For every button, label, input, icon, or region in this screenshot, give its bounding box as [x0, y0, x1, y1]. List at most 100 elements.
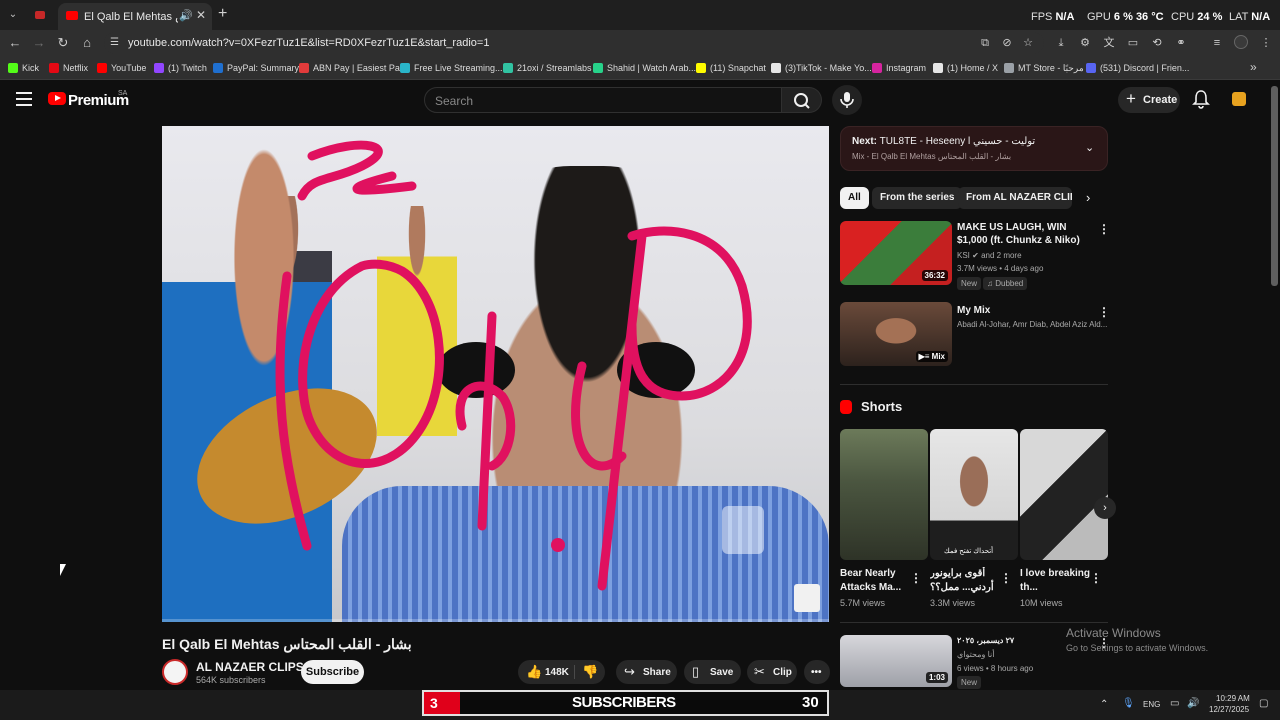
bookmark-item[interactable]: ABN Pay | Easiest Pa... [299, 61, 407, 75]
bookmark-item[interactable]: (1) Home / X [933, 61, 998, 75]
menu-icon[interactable] [16, 92, 32, 106]
channel-avatar[interactable] [162, 659, 188, 685]
recommended-meta: 3.7M views • 4 days ago [957, 264, 1044, 273]
reload-icon[interactable]: ↻ [54, 34, 72, 52]
short-title[interactable]: I love breaking th... [1020, 567, 1092, 597]
chip-from-channel[interactable]: From AL NAZAER CLIPS [958, 187, 1072, 209]
profile-avatar[interactable] [1234, 35, 1248, 49]
channel-name[interactable]: AL NAZAER CLIPS [196, 660, 304, 674]
more-vertical-icon[interactable]: ⋮ [1000, 571, 1012, 585]
clip-button[interactable]: ✂ Clip [747, 660, 797, 684]
mix-thumbnail[interactable]: ▶≡ Mix [840, 302, 952, 366]
wallet-icon[interactable]: ▭ [1125, 35, 1141, 51]
chevron-right-icon[interactable]: › [1086, 190, 1090, 205]
back-icon[interactable]: ← [6, 34, 24, 52]
recommended-video-title[interactable]: MAKE US LAUGH, WIN $1,000 (ft. Chunkz & … [957, 221, 1097, 247]
video-title: El Qalb El Mehtas بشار - القلب المحتاس [162, 636, 412, 652]
more-bookmarks-icon[interactable]: » [1250, 60, 1257, 74]
account-avatar[interactable] [1232, 92, 1246, 106]
youtube-logo-icon[interactable] [48, 92, 66, 105]
video-thumbnail[interactable]: 36:32 [840, 221, 952, 285]
video-thumbnail[interactable]: 1:03 [840, 635, 952, 687]
network-icon[interactable]: ▭ [1170, 698, 1179, 709]
next-mix-subtitle: Mix - El Qalb El Mehtas بشار - القلب الم… [852, 152, 1012, 161]
short-title[interactable]: Bear Nearly Attacks Ma... [840, 567, 912, 597]
short-thumbnail[interactable] [840, 429, 928, 560]
clock-time[interactable]: 10:29 AM [1216, 694, 1250, 703]
address-bar[interactable]: ☰ youtube.com/watch?v=0XFezrTuz1E&list=R… [104, 32, 1044, 54]
short-thumbnail[interactable] [1020, 429, 1108, 560]
short-thumbnail[interactable]: أتحداك تفتح فمك [930, 429, 1018, 560]
bookmark-item[interactable]: Shahid | Watch Arab... [593, 61, 696, 75]
bookmark-item[interactable]: (11) Snapchat [696, 61, 766, 75]
reading-list-icon[interactable]: ≡ [1209, 35, 1225, 51]
history-icon[interactable]: ⟲ [1149, 35, 1165, 51]
site-info-icon[interactable]: ☰ [110, 37, 124, 49]
install-app-icon[interactable]: ⧉ [977, 35, 993, 51]
chip-from-series[interactable]: From the series [872, 187, 963, 209]
home-icon[interactable]: ⌂ [78, 34, 96, 52]
extension-icon[interactable]: ⚙ [1077, 35, 1093, 51]
new-tab-button[interactable]: + [218, 5, 227, 23]
more-vertical-icon[interactable]: ⋮ [1098, 305, 1110, 319]
clock-date[interactable]: 12/27/2025 [1209, 705, 1249, 714]
search-button[interactable] [782, 87, 822, 113]
bookmark-favicon-icon [8, 63, 18, 73]
hide-icon[interactable]: ⊘ [999, 35, 1015, 51]
link-icon[interactable]: ⚭ [1173, 35, 1189, 51]
bookmark-favicon-icon [213, 63, 223, 73]
bookmark-item[interactable]: YouTube [97, 61, 146, 75]
bookmark-item[interactable]: (531) Discord | Frien... [1086, 61, 1189, 75]
subscribe-button[interactable]: Subscribe [301, 660, 364, 684]
thumbs-down-icon[interactable]: 👎 [582, 664, 598, 680]
save-button[interactable]: ▯ Save [684, 660, 741, 684]
create-button[interactable]: + Create [1118, 87, 1180, 113]
bookmark-star-icon[interactable]: ☆ [1020, 35, 1036, 51]
bookmark-item[interactable]: MT Store - مرحبًا [1004, 61, 1084, 75]
share-button[interactable]: ↪ Share [616, 660, 677, 684]
language-indicator[interactable]: ENG [1143, 700, 1160, 709]
volume-icon[interactable]: 🔊 [1187, 698, 1199, 709]
youtube-header: Premium SA Search + Create [0, 80, 1270, 120]
like-count[interactable]: 148K [545, 667, 569, 678]
more-vertical-icon[interactable]: ⋮ [1090, 571, 1102, 585]
more-vertical-icon[interactable]: ⋮ [1098, 222, 1110, 236]
voice-search-button[interactable] [832, 85, 862, 115]
short-title[interactable]: أقوى برايونور أردني... ممل؟؟ [930, 567, 1002, 597]
bookmark-item[interactable]: (1) Twitch [154, 61, 207, 75]
tray-chevron-icon[interactable]: ⌃ [1100, 699, 1108, 710]
bookmark-item[interactable]: Free Live Streaming... [400, 61, 503, 75]
bookmark-favicon-icon [97, 63, 107, 73]
video-progress-bar[interactable] [162, 619, 829, 622]
browser-menu-icon[interactable]: ⋮ [1258, 35, 1274, 51]
channel-branding-icon[interactable] [794, 584, 820, 612]
search-input[interactable]: Search [424, 87, 782, 113]
up-next-panel[interactable]: Next: TUL8TE - Heseeny l توليت - حسيني M… [840, 126, 1108, 171]
tab-active[interactable]: El Qalb El Mehtas المحتاس 🔊 ✕ [58, 3, 212, 30]
notifications-bell-icon[interactable] [1192, 89, 1210, 109]
notifications-icon[interactable]: ▢ [1259, 698, 1268, 709]
translate-icon[interactable]: 文 [1101, 35, 1117, 51]
shorts-next-button[interactable]: › [1094, 497, 1116, 519]
tab-search-icon[interactable]: ⌄ [4, 6, 22, 24]
bookmark-item[interactable]: Netflix [49, 61, 88, 75]
download-icon[interactable]: ⤓ [1053, 35, 1069, 51]
forward-icon[interactable]: → [30, 34, 48, 52]
speaker-icon[interactable]: 🔊 [179, 9, 193, 22]
bookmark-item[interactable]: (3)TikTok - Make Yo... [771, 61, 872, 75]
page-scrollbar[interactable] [1271, 86, 1278, 286]
pinned-tab[interactable] [30, 6, 50, 24]
more-actions-button[interactable]: ••• [804, 660, 830, 684]
mix-title[interactable]: My Mix [957, 304, 1097, 317]
chip-all[interactable]: All [840, 187, 869, 209]
close-tab-icon[interactable]: ✕ [196, 8, 206, 22]
bookmark-item[interactable]: 21oxi / Streamlabs [503, 61, 592, 75]
bookmark-item[interactable]: PayPal: Summary [213, 61, 299, 75]
bookmark-item[interactable]: Kick [8, 61, 39, 75]
chevron-down-icon[interactable]: ⌄ [1085, 141, 1094, 154]
microphone-tray-icon[interactable]: 🎙 [1122, 698, 1135, 709]
more-vertical-icon[interactable]: ⋮ [910, 571, 922, 585]
video-player[interactable] [162, 126, 829, 622]
thumbs-up-icon[interactable]: 👍 [526, 664, 542, 680]
bookmark-item[interactable]: Instagram [872, 61, 926, 75]
